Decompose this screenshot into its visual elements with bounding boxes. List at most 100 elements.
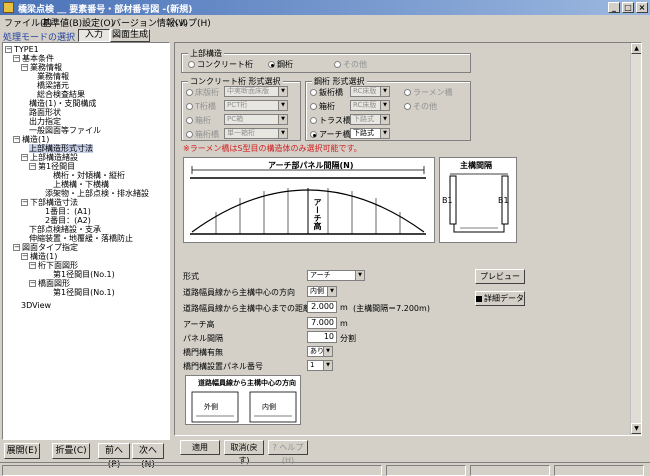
tree-item[interactable]: − 業務情報 xyxy=(21,63,62,72)
tree-item[interactable]: − 第1径間目 xyxy=(29,162,75,171)
chevron-down-icon: ▼ xyxy=(278,87,287,96)
radio-icon xyxy=(186,117,193,124)
tree-item[interactable]: − 構造(1) xyxy=(13,135,49,144)
radio-steel-other[interactable]: その他 xyxy=(404,101,437,112)
tree-item[interactable]: 構造(1)・支間構成 xyxy=(29,99,96,108)
main-scrollbar[interactable]: ▲ ▼ xyxy=(630,43,641,435)
radio-steel-box[interactable]: 箱桁 xyxy=(310,101,335,112)
radio-icon xyxy=(334,61,341,68)
tree-panel: − TYPE1 − 基本条件 − 業務情報 業務情報 橋梁諸元 総合検査結果 構造(1… xyxy=(2,42,170,440)
radio-icon xyxy=(186,103,193,110)
radio-selected-icon xyxy=(268,61,275,68)
generate-mode-button[interactable]: 図面生成 xyxy=(110,29,150,42)
prev-button[interactable]: 前へ(P) xyxy=(98,443,130,470)
expand-button[interactable]: 展開(E) xyxy=(4,443,40,459)
scroll-down-icon[interactable]: ▼ xyxy=(631,423,641,434)
tree-item[interactable]: 橋梁諸元 xyxy=(37,81,69,90)
tree-item[interactable]: 第1径間目(No.1) xyxy=(53,288,115,297)
radio-concrete-slab[interactable]: 床版桁 xyxy=(186,87,219,98)
radio-concrete-boxbridge[interactable]: 箱桁橋 xyxy=(186,129,219,140)
radio-concrete-box[interactable]: 箱桁 xyxy=(186,115,211,126)
direction-select[interactable]: 内側 ▼ xyxy=(307,286,337,297)
tree-item-selected[interactable]: 上部構造形式寸法 xyxy=(29,144,93,153)
arch-height-unit: m xyxy=(340,319,348,328)
radio-concrete[interactable]: コンクリート桁 xyxy=(188,59,253,70)
tree-item[interactable]: 3DView xyxy=(21,301,51,310)
distance-note: (主構間隔＝7.200m) xyxy=(353,304,430,313)
title-bar: 橋梁点検 ＿ 要素番号・部材番号図 -(新規) _ □ × xyxy=(0,0,650,15)
tree-item[interactable]: − 基本条件 xyxy=(13,54,54,63)
direction-mini-diagram: 道路幅員線から主構中心の方向 外側 内側 xyxy=(185,375,301,425)
tree-item[interactable]: − TYPE1 xyxy=(5,45,39,54)
steel-arch-select[interactable]: 下路式 ▼ xyxy=(350,128,390,139)
input-mode-button[interactable]: 入力 xyxy=(78,29,110,42)
steel-truss-select[interactable]: 下路式 ▼ xyxy=(350,114,390,125)
arch-diagram: アーチ部パネル間隔(N) アーチ高 xyxy=(183,157,435,243)
radio-steel-truss[interactable]: トラス橋 xyxy=(310,115,351,126)
radio-icon xyxy=(186,89,193,96)
portal-panel-select[interactable]: 1 ▼ xyxy=(307,360,333,371)
steel-plate-select[interactable]: RC床版 ▼ xyxy=(350,86,390,97)
panel-diagram: 主構間隔 B1 B1 xyxy=(439,157,517,243)
radio-other[interactable]: その他 xyxy=(334,59,367,70)
tree-item[interactable]: − 構造(1) xyxy=(21,252,57,261)
preview-button[interactable]: プレビュー xyxy=(475,269,525,284)
concrete-box-select[interactable]: PC箱 ▼ xyxy=(224,114,288,125)
panel-interval-input[interactable]: 10 xyxy=(307,331,337,343)
status-bar xyxy=(0,462,650,476)
tree-item[interactable]: 伸縮装置・地覆緩・落橋防止 xyxy=(29,234,133,243)
app-icon xyxy=(3,2,14,13)
concrete-t-select[interactable]: PCT桁 ▼ xyxy=(224,100,288,111)
radio-steel[interactable]: 鋼桁 xyxy=(268,59,293,70)
tree-item[interactable]: − 橋面図形 xyxy=(29,279,70,288)
concrete-boxbridge-select[interactable]: 単一箱桁 ▼ xyxy=(224,128,288,139)
tree-item[interactable]: 横桁・対傾構・縦桁 xyxy=(53,171,125,180)
tree-item[interactable]: 上横構・下横構 xyxy=(53,180,109,189)
tree-item[interactable]: 路面形状 xyxy=(29,108,61,117)
cancel-button[interactable]: 取消(戻す) xyxy=(224,440,264,465)
apply-button[interactable]: 適用 xyxy=(180,440,220,455)
tree-item[interactable]: 添架物・上部点検・排水緒設 xyxy=(45,189,149,198)
tree-item[interactable]: 出力指定 xyxy=(29,117,61,126)
collapse-button[interactable]: 折畳(C) xyxy=(52,443,90,459)
tree-item[interactable]: 下部点検緒設・支承 xyxy=(29,225,101,234)
tree-item[interactable]: − 上部構造緒設 xyxy=(21,153,78,162)
close-button[interactable]: × xyxy=(636,2,648,13)
minimize-button[interactable]: _ xyxy=(608,2,620,13)
distance-input[interactable]: 2.000 xyxy=(307,301,337,313)
chevron-down-icon: ▼ xyxy=(355,271,364,280)
warning-text: ※ラーメン橋はS型目の構造体のみ選択可能です。 xyxy=(183,144,362,153)
status-field-main xyxy=(2,465,382,476)
tree-item[interactable]: 一般図面等ファイル xyxy=(29,126,101,135)
tree-item[interactable]: 第1径間目(No.1) xyxy=(53,270,115,279)
tree-item[interactable]: 総合検査結果 xyxy=(37,90,85,99)
portal-exists-select[interactable]: あり ▼ xyxy=(307,346,333,357)
scroll-up-icon[interactable]: ▲ xyxy=(631,43,641,54)
chevron-down-icon: ▼ xyxy=(327,287,336,296)
radio-concrete-t[interactable]: T桁橋 xyxy=(186,101,216,112)
radio-steel-plate[interactable]: 鈑桁橋 xyxy=(310,87,343,98)
tree-item[interactable]: − 桁下面図形 xyxy=(29,261,78,270)
form-select[interactable]: アーチ ▼ xyxy=(307,270,365,281)
tree-item[interactable]: − 図面タイプ指定 xyxy=(13,243,78,252)
tree-item[interactable]: 業務情報 xyxy=(37,72,69,81)
next-button[interactable]: 次へ(N) xyxy=(132,443,164,470)
concrete-type-group: コンクリート桁 形式選択 床版桁 中実断面床版 ▼ T桁橋 PCT桁 ▼ 箱桁 PC… xyxy=(181,76,301,141)
radio-rahmen[interactable]: ラーメン橋 xyxy=(404,87,453,98)
radio-steel-arch[interactable]: アーチ橋 xyxy=(310,129,351,140)
radio-icon xyxy=(310,117,317,124)
steel-box-select[interactable]: RC床版 ▼ xyxy=(350,100,390,111)
tree-item[interactable]: 1番目：(A1) xyxy=(45,207,91,216)
status-field-3 xyxy=(470,465,550,476)
concrete-slab-select[interactable]: 中実断面床版 ▼ xyxy=(224,86,288,97)
status-field-4 xyxy=(554,465,644,476)
help-button[interactable]: ? ヘルプ(H) xyxy=(268,440,308,465)
arch-height-input[interactable]: 7.000 xyxy=(307,317,337,329)
chevron-down-icon: ▼ xyxy=(323,361,332,370)
tree-item[interactable]: 2番目：(A2) xyxy=(45,216,91,225)
detail-data-button[interactable]: 詳細データ xyxy=(475,291,525,306)
chevron-down-icon: ▼ xyxy=(323,347,332,356)
chevron-down-icon: ▼ xyxy=(380,129,389,138)
maximize-button[interactable]: □ xyxy=(622,2,634,13)
tree-item[interactable]: − 下部構造寸法 xyxy=(21,198,78,207)
